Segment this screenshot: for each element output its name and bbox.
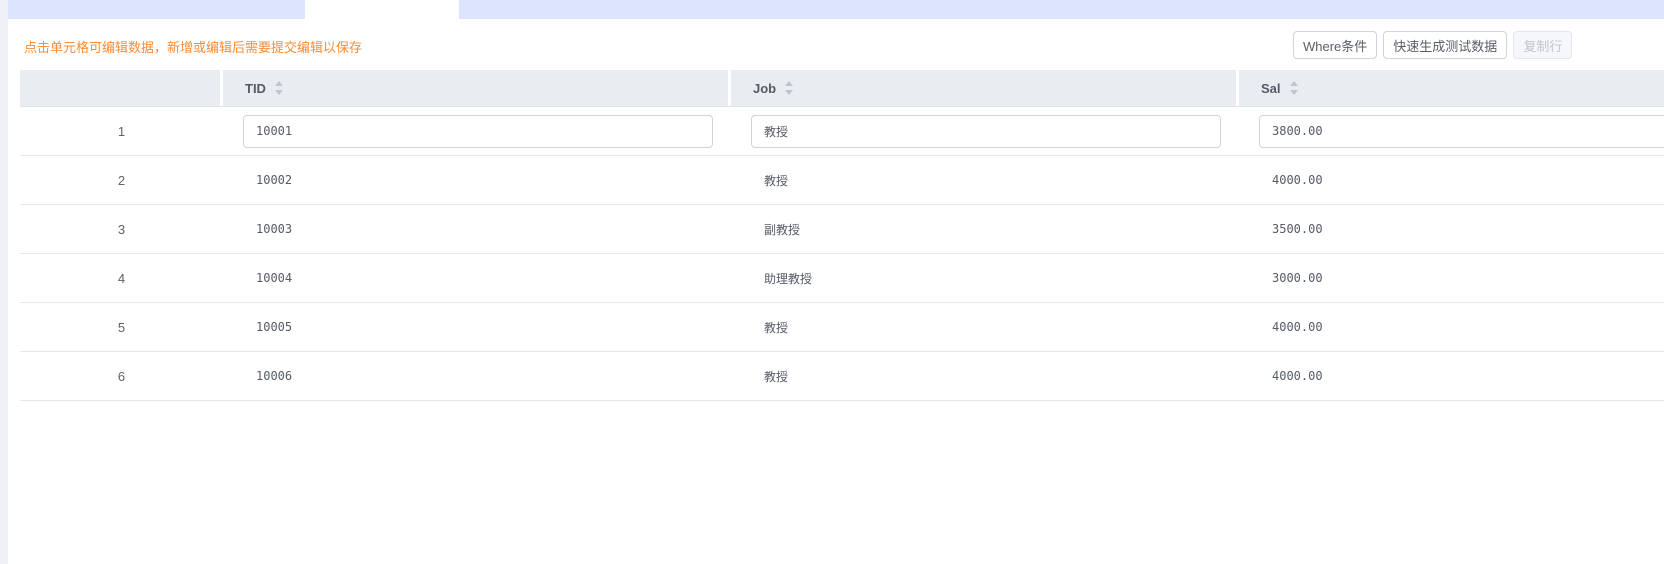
cell-job[interactable]: 教授 — [731, 368, 1239, 385]
column-label: Sal — [1261, 80, 1281, 96]
job-value: 教授 — [764, 369, 789, 384]
cell-sal[interactable] — [1239, 114, 1664, 148]
table-header: TID Job Sal — [20, 70, 1664, 107]
cell-sal[interactable]: 3500.00 — [1239, 222, 1664, 236]
tab-active[interactable] — [305, 0, 459, 19]
tid-value: 10004 — [256, 271, 293, 285]
toolbar: Where条件 快速生成测试数据 复制行 — [1293, 31, 1573, 59]
sal-value: 4000.00 — [1272, 173, 1323, 187]
sal-value: 4000.00 — [1272, 320, 1323, 334]
cell-tid[interactable]: 10003 — [223, 222, 731, 236]
cell-sal[interactable]: 3000.00 — [1239, 271, 1664, 285]
column-header-tid[interactable]: TID — [220, 70, 728, 106]
job-value: 副教授 — [764, 222, 801, 237]
cell-tid[interactable]: 10005 — [223, 320, 731, 334]
cell-job[interactable]: 教授 — [731, 319, 1239, 336]
row-index: 2 — [117, 172, 126, 188]
job-value: 教授 — [764, 173, 789, 188]
index-header — [20, 70, 220, 106]
sort-icon[interactable] — [274, 81, 284, 95]
cell-sal[interactable]: 4000.00 — [1239, 320, 1664, 334]
tid-value: 10005 — [256, 320, 293, 334]
column-label: Job — [753, 80, 777, 96]
table-row: 4 10004 助理教授 3000.00 — [20, 254, 1664, 303]
table-row: 5 10005 教授 4000.00 — [20, 303, 1664, 352]
row-index: 3 — [117, 221, 126, 237]
cell-tid[interactable]: 10002 — [223, 173, 731, 187]
where-button[interactable]: Where条件 — [1293, 31, 1378, 59]
job-value: 教授 — [764, 320, 789, 335]
table-row: 6 10006 教授 4000.00 — [20, 352, 1664, 401]
row-index: 5 — [117, 319, 126, 335]
tid-input[interactable] — [243, 114, 713, 148]
sort-icon[interactable] — [785, 81, 794, 95]
tab-bar — [8, 0, 1664, 19]
column-header-sal[interactable]: Sal — [1236, 70, 1664, 106]
sal-input[interactable] — [1259, 114, 1664, 148]
sal-value: 3000.00 — [1272, 271, 1323, 285]
job-value: 助理教授 — [764, 271, 813, 286]
column-label: TID — [245, 80, 266, 96]
table-row: 3 10003 副教授 3500.00 — [20, 205, 1664, 254]
tid-value: 10003 — [256, 222, 293, 236]
cell-job[interactable] — [731, 114, 1239, 148]
edit-hint: 点击单元格可编辑数据，新增或编辑后需要提交编辑以保存 — [24, 40, 363, 55]
row-index: 6 — [117, 368, 126, 384]
cell-job[interactable]: 助理教授 — [731, 270, 1239, 287]
cell-tid[interactable] — [223, 114, 731, 148]
left-sidebar-edge — [0, 0, 8, 564]
tid-value: 10002 — [256, 173, 293, 187]
cell-tid[interactable]: 10006 — [223, 369, 731, 383]
cell-job[interactable]: 副教授 — [731, 221, 1239, 238]
cell-sal[interactable]: 4000.00 — [1239, 369, 1664, 383]
cell-sal[interactable]: 4000.00 — [1239, 173, 1664, 187]
row-index: 1 — [117, 123, 126, 139]
job-input[interactable] — [751, 114, 1221, 148]
data-table: TID Job Sal 1 2 10002 教授 4000.00 3 10003 副教授 350… — [20, 70, 1664, 401]
sort-icon[interactable] — [1289, 81, 1299, 95]
cell-tid[interactable]: 10004 — [223, 271, 731, 285]
generate-test-data-button[interactable]: 快速生成测试数据 — [1383, 31, 1508, 59]
copy-row-button[interactable]: 复制行 — [1513, 31, 1573, 59]
sal-value: 4000.00 — [1272, 369, 1323, 383]
sal-value: 3500.00 — [1272, 222, 1323, 236]
table-row: 2 10002 教授 4000.00 — [20, 156, 1664, 205]
row-index: 4 — [117, 270, 126, 286]
column-header-job[interactable]: Job — [728, 70, 1236, 106]
table-row: 1 — [20, 107, 1664, 156]
tid-value: 10006 — [256, 369, 293, 383]
cell-job[interactable]: 教授 — [731, 172, 1239, 189]
